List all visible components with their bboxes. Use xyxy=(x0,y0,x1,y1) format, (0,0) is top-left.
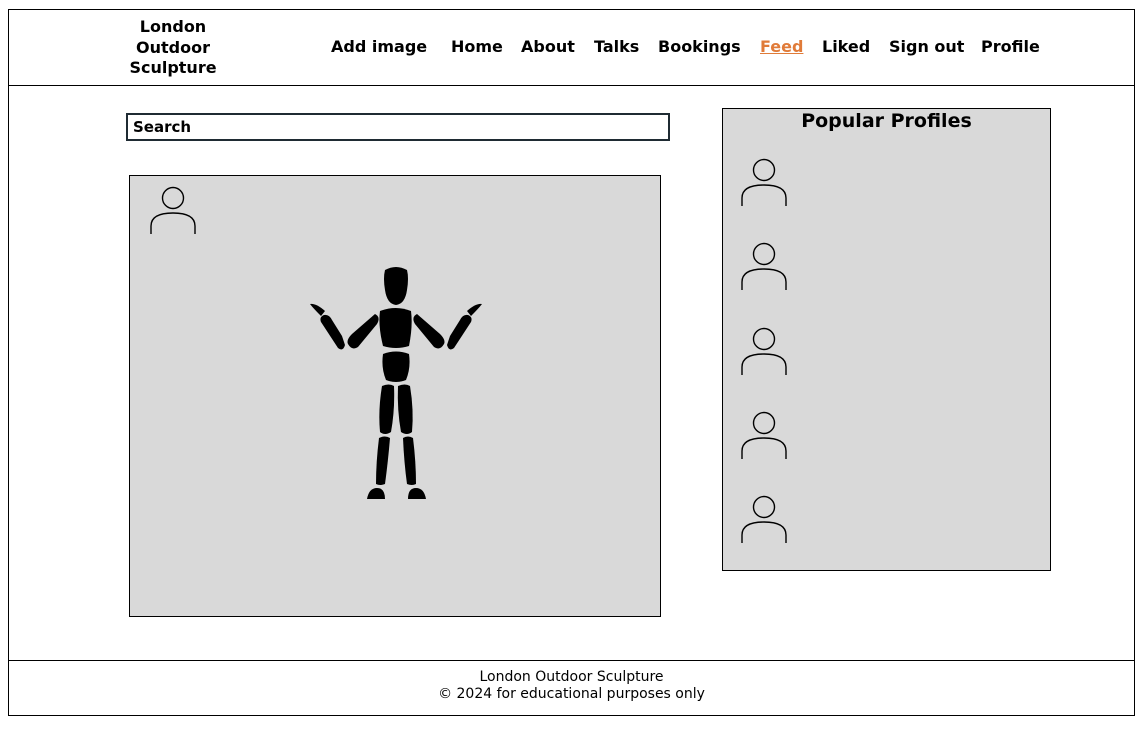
nav-home[interactable]: Home xyxy=(451,37,503,56)
nav-profile[interactable]: Profile xyxy=(981,37,1040,56)
nav-liked[interactable]: Liked xyxy=(822,37,870,56)
nav-add-image[interactable]: Add image xyxy=(331,37,427,56)
wooden-mannequin-icon xyxy=(310,267,482,499)
footer-copyright: © 2024 for educational purposes only xyxy=(438,686,705,702)
nav-talks[interactable]: Talks xyxy=(594,37,639,56)
user-icon[interactable] xyxy=(740,327,788,377)
site-footer: London Outdoor Sculpture © 2024 for educ… xyxy=(8,660,1135,716)
site-header: London Outdoor Sculpture Add image Home … xyxy=(8,9,1135,86)
popular-profiles-title: Popular Profiles xyxy=(801,110,972,132)
site-logo[interactable]: London Outdoor Sculpture xyxy=(120,17,226,79)
feed-post-card[interactable] xyxy=(129,175,661,617)
search-input[interactable]: Search xyxy=(126,113,670,141)
nav-feed[interactable]: Feed xyxy=(760,37,803,56)
footer-site-name: London Outdoor Sculpture xyxy=(479,669,664,685)
user-icon[interactable] xyxy=(740,411,788,461)
user-icon[interactable] xyxy=(740,158,788,208)
popular-profiles-panel: Popular Profiles xyxy=(722,108,1051,571)
brand-line-2: Outdoor xyxy=(136,37,210,57)
nav-bookings[interactable]: Bookings xyxy=(658,37,741,56)
nav-about[interactable]: About xyxy=(521,37,575,56)
user-icon[interactable] xyxy=(740,242,788,292)
brand-line-3: Sculpture xyxy=(129,58,217,77)
brand-line-1: London xyxy=(139,17,207,36)
user-icon[interactable] xyxy=(740,495,788,545)
user-icon[interactable] xyxy=(149,186,197,236)
nav-sign-out[interactable]: Sign out xyxy=(889,37,964,56)
